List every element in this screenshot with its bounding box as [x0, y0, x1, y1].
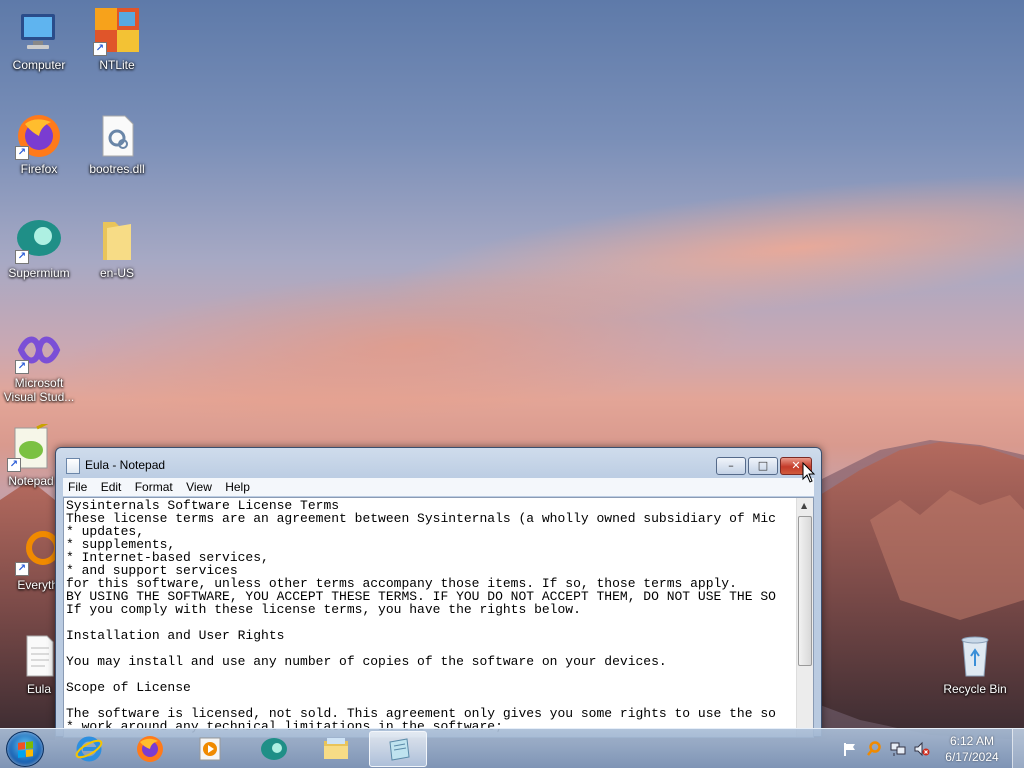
menu-bar: File Edit Format View Help [63, 478, 814, 496]
shortcut-arrow-icon: ↗ [15, 250, 29, 264]
notepad-app-icon[interactable] [66, 458, 80, 474]
taskbar: 6:12 AM 6/17/2024 [0, 728, 1024, 768]
minimize-button[interactable]: – [716, 457, 746, 475]
computer-icon [15, 8, 63, 56]
taskbar-media-player[interactable] [182, 731, 240, 767]
dll-file-icon [93, 112, 141, 160]
file-explorer-icon [324, 738, 348, 759]
desktop-icon-label: en-US [99, 266, 134, 280]
desktop-icon-recycle-bin[interactable]: Recycle Bin [936, 632, 1014, 696]
volume-muted-icon[interactable] [914, 741, 930, 757]
maximize-button[interactable]: □ [748, 457, 778, 475]
desktop-icon-computer[interactable]: Computer [0, 8, 78, 72]
desktop-icon-label: NTLite [99, 58, 135, 72]
text-editor-area[interactable]: Sysinternals Software License Terms Thes… [63, 497, 814, 738]
taskbar-supermium[interactable] [245, 731, 303, 767]
show-desktop-button[interactable] [1012, 729, 1024, 768]
search-icon[interactable] [866, 741, 882, 757]
desktop-icon-label: Recycle Bin [943, 682, 1007, 696]
taskbar-notepad[interactable] [369, 731, 427, 767]
shortcut-arrow-icon: ↗ [7, 458, 21, 472]
supermium-icon [261, 738, 287, 760]
action-center-flag-icon[interactable] [842, 741, 858, 757]
vertical-scrollbar[interactable]: ▲ [796, 498, 813, 737]
media-player-icon [199, 737, 221, 761]
menu-edit[interactable]: Edit [96, 478, 127, 494]
clock-date: 6/17/2024 [945, 750, 999, 764]
scrollbar-thumb[interactable] [798, 516, 812, 666]
recycle-bin-icon [951, 632, 999, 680]
taskbar-firefox[interactable] [121, 731, 179, 767]
scroll-up-arrow-icon[interactable]: ▲ [801, 501, 807, 510]
document-text[interactable]: Sysinternals Software License Terms Thes… [66, 499, 794, 733]
desktop-icon-firefox[interactable]: ↗ Firefox [0, 112, 78, 176]
notepad-icon [389, 738, 410, 761]
shortcut-arrow-icon: ↗ [15, 360, 29, 374]
window-title: Eula - Notepad [85, 458, 166, 472]
desktop-icon-label: bootres.dll [89, 162, 145, 176]
notepad-title-bar[interactable]: Eula - Notepad – □ ✕ [56, 448, 821, 478]
shortcut-arrow-icon: ↗ [15, 562, 29, 576]
notepad-plus-plus-icon: ↗ [7, 418, 55, 472]
supermium-icon: ↗ [15, 216, 63, 264]
notepad-window[interactable]: Eula - Notepad – □ ✕ File Edit Format Vi… [55, 447, 822, 738]
desktop-icon-label: Microsoft Visual Stud... [3, 376, 75, 404]
folder-icon [93, 216, 141, 264]
taskbar-file-explorer[interactable] [307, 731, 365, 767]
shortcut-arrow-icon: ↗ [15, 146, 29, 160]
desktop-icon-label: Supermium [8, 266, 70, 280]
taskbar-internet-explorer[interactable] [60, 731, 118, 767]
windows-logo-icon [18, 741, 34, 759]
desktop-icon-label: Firefox [20, 162, 58, 176]
internet-explorer-icon [75, 736, 103, 762]
menu-view[interactable]: View [181, 478, 217, 494]
ntlite-icon: ↗ [93, 8, 141, 56]
visual-studio-icon: ↗ [15, 326, 63, 374]
desktop-icon-label: Computer [12, 58, 66, 72]
desktop-icon-ntlite[interactable]: ↗ NTLite [78, 8, 156, 72]
menu-help[interactable]: Help [220, 478, 255, 494]
desktop-icon-en-us[interactable]: en-US [78, 216, 156, 280]
shortcut-arrow-icon: ↗ [93, 42, 107, 56]
desktop-icon-supermium[interactable]: ↗ Supermium [0, 216, 78, 280]
start-button[interactable] [6, 731, 44, 767]
firefox-icon [137, 736, 163, 762]
desktop-icon-bootres-dll[interactable]: bootres.dll [78, 112, 156, 176]
firefox-icon: ↗ [15, 112, 63, 160]
mouse-pointer-icon [802, 462, 816, 483]
menu-file[interactable]: File [63, 478, 92, 494]
clock-time: 6:12 AM [949, 734, 995, 748]
menu-format[interactable]: Format [130, 478, 178, 494]
network-icon[interactable] [890, 741, 906, 757]
desktop-icon-visual-studio[interactable]: ↗ Microsoft Visual Stud... [0, 326, 78, 404]
taskbar-clock[interactable]: 6:12 AM 6/17/2024 [936, 733, 1008, 765]
